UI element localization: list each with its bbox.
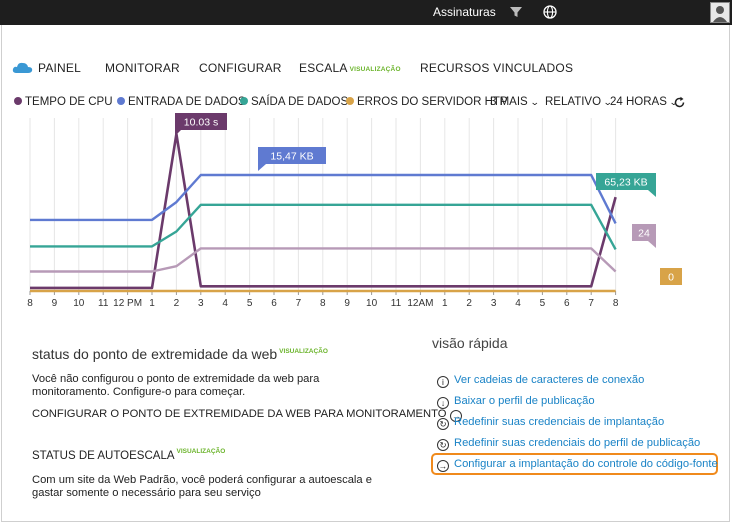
tab-escala[interactable]: ESCALA VISUALIZAÇÃO [299,61,401,75]
value-tag-pointer [648,241,656,248]
legend-item-data-out[interactable]: SAÍDA DE DADOS [240,96,348,108]
subscriptions-link[interactable]: Assinaturas [433,5,496,19]
preview-badge: VISUALIZAÇÃO [176,448,226,455]
scale-dropdown[interactable]: RELATIVO ⌄ [545,96,613,108]
value-tag-pointer [258,164,266,171]
link-label: Ver cadeias de caracteres de conexão [454,374,645,386]
autoscale-status-text: Com um site da Web Padrão, você poderá c… [32,474,372,499]
x-tick-label: 6 [564,298,570,309]
link-label: Baixar o perfil de publicação [454,395,595,407]
configure-endpoint-link[interactable]: CONFIGURAR O PONTO DE EXTREMIDADE DA WEB… [32,408,463,422]
link-label: Redefinir suas credenciais de implantaçã… [454,416,665,428]
set-up-source-control-link[interactable]: → Configurar a implantação do controle do… [437,458,718,472]
section-title: STATUS DE AUTOESCALA [32,450,175,462]
tab-configurar[interactable]: CONFIGURAR [199,61,282,75]
preview-badge: VISUALIZAÇÃO [349,66,401,73]
x-tick-label: 8 [613,298,619,309]
download-icon: ↓ [437,397,449,409]
arrow-right-icon: → [437,460,449,472]
x-tick-label: 10 [73,298,85,309]
legend-dot [117,97,125,105]
more-metrics-dropdown[interactable]: 3 MAIS ⌄ [490,96,540,108]
chevron-down-icon: ⌄ [529,97,540,107]
dropdown-label: 24 HORAS [610,96,667,108]
x-tick-label: 8 [320,298,326,309]
x-tick-label: 11 [98,298,109,309]
autoscale-status-title: STATUS DE AUTOESCALA VISUALIZAÇÃO [32,448,225,462]
link-label: Configurar a implantação do controle do … [454,458,718,470]
top-bar: Assinaturas [0,0,732,25]
dropdown-label: 3 MAIS [490,96,528,108]
section-title: status do ponto de extremidade da web [32,346,278,362]
x-tick-label: 8 [27,298,33,309]
view-connection-strings-link[interactable]: i Ver cadeias de caracteres de conexão [437,374,644,388]
refresh-icon[interactable] [673,96,686,109]
quick-glance-title: visão rápida [432,335,508,351]
refresh-icon: ↻ [437,439,449,451]
legend-label: ENTRADA DE DADOS [128,96,246,108]
x-tick-label: 1 [442,298,448,309]
x-tick-label: 9 [344,298,350,309]
endpoint-status-title: status do ponto de extremidade da web VIS… [32,346,328,362]
legend-item-data-in[interactable]: ENTRADA DE DADOS [117,96,246,108]
tab-recursos-vinculados[interactable]: RECURSOS VINCULADOS [420,61,573,75]
x-tick-label: 11 [391,298,402,309]
download-publish-profile-link[interactable]: ↓ Baixar o perfil de publicação [437,395,595,409]
x-tick-label: 5 [540,298,546,309]
info-icon: i [437,376,449,388]
legend-dot [14,97,22,105]
value-tag-pointer [648,190,656,197]
x-tick-label: 7 [296,298,302,309]
x-tick-label: 2 [174,298,180,309]
x-tick-label: 7 [588,298,594,309]
range-dropdown[interactable]: 24 HORAS ⌄ [610,96,679,108]
x-tick-label: 1 [149,298,155,309]
value-tag-label: 10.03 s [184,117,218,129]
legend-label: SAÍDA DE DADOS [251,96,349,108]
reset-deployment-credentials-link[interactable]: ↻ Redefinir suas credenciais de implantaç… [437,416,664,430]
x-tick-label: 5 [247,298,253,309]
value-tag-label: 65,23 KB [604,177,647,189]
x-tick-label: 10 [366,298,378,309]
legend-item-cpu[interactable]: TEMPO DE CPU [14,96,113,108]
tab-label: MONITORAR [105,61,180,75]
value-tag-label: 24 [638,228,650,240]
globe-icon[interactable] [542,4,558,20]
cloud-icon [12,62,33,73]
legend-label: ERROS DO SERVIDOR HTP [357,96,508,108]
tab-monitorar[interactable]: MONITORAR [105,61,180,75]
tab-painel[interactable]: PAINEL [38,61,81,75]
filter-icon[interactable] [508,4,524,20]
x-tick-label: 4 [515,298,521,309]
value-tag-label: 15,47 KB [270,151,313,163]
x-tick-label: 3 [491,298,497,309]
legend-dot [346,97,354,105]
x-tick-label: 6 [271,298,277,309]
legend-label: TEMPO DE CPU [25,96,113,108]
x-tick-label: 12 PM [113,298,142,309]
x-tick-label: 4 [222,298,228,309]
tab-label: ESCALA [299,61,348,75]
link-label: Redefinir suas credenciais do perfil de … [454,437,701,449]
refresh-icon: ↻ [437,418,449,430]
metrics-chart: 8 9 10 11 12 PM 1 2 3 4 5 6 7 8 9 10 11 12AM 1 2 3 4 5 6 7 8 10.0… [27,113,682,309]
x-tick-label: 12AM [407,298,433,309]
tab-label: CONFIGURAR [199,61,282,75]
preview-badge: VISUALIZAÇÃO [279,348,328,355]
avatar[interactable] [710,2,730,23]
legend-dot [240,97,248,105]
x-tick-label: 9 [52,298,58,309]
reset-publish-profile-credentials-link[interactable]: ↻ Redefinir suas credenciais do perfil de… [437,437,700,451]
x-tick-label: 3 [198,298,204,309]
dropdown-label: RELATIVO [545,96,602,108]
tab-label: PAINEL [38,61,81,75]
value-tag-label: 0 [668,272,674,284]
link-label: CONFIGURAR O PONTO DE EXTREMIDADE DA WEB… [32,408,447,420]
value-tag-pointer [175,130,181,136]
tab-label: RECURSOS VINCULADOS [420,61,574,75]
legend-item-server-errors[interactable]: ERROS DO SERVIDOR HTP [346,96,508,108]
x-tick-label: 2 [466,298,472,309]
endpoint-status-text: Você não configurou o ponto de extremida… [32,373,320,398]
